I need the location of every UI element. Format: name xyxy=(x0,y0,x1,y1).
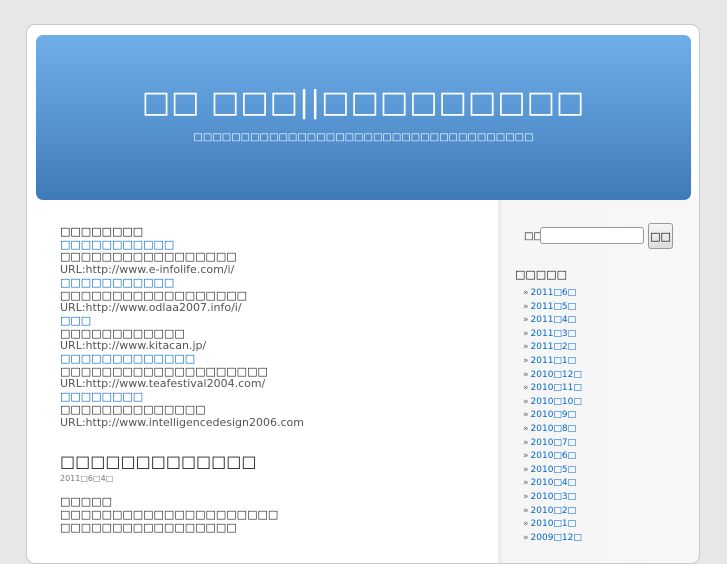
archive-item: » 2010□4□ xyxy=(523,477,582,491)
archive-link[interactable]: 2011□5□ xyxy=(531,302,577,312)
bullet-icon: » xyxy=(523,491,529,502)
archive-item: » 2010□11□ xyxy=(523,382,582,396)
link-url: URL:http://www.intelligencedesign2006.co… xyxy=(60,415,304,429)
archive-link[interactable]: 2011□1□ xyxy=(531,356,577,366)
bullet-icon: » xyxy=(523,355,529,366)
archive-link[interactable]: 2010□6□ xyxy=(531,451,577,461)
link-entry: □□□□□□□□□□□□□ □□□□□□□□□□□□□□□□□□□□ URL:h… xyxy=(60,352,480,391)
archive-item: » 2011□4□ xyxy=(523,314,582,328)
archive-item: » 2010□3□ xyxy=(523,491,582,505)
bullet-icon: » xyxy=(523,342,529,353)
blog-title[interactable]: □□ □□□||□□□□□□□□□ xyxy=(36,83,691,123)
archive-link[interactable]: 2010□1□ xyxy=(531,519,577,529)
search-button[interactable]: □□ xyxy=(648,223,673,249)
link-title[interactable]: □□□□□□□□□□□ xyxy=(60,276,480,290)
archive-item: » 2010□12□ xyxy=(523,369,582,383)
link-url: URL:http://www.e-infolife.com/i/ xyxy=(60,263,235,277)
archive-link[interactable]: 2011□3□ xyxy=(531,329,577,339)
archive-link[interactable]: 2010□3□ xyxy=(531,492,577,502)
bullet-icon: » xyxy=(523,288,529,298)
archive-item: » 2011□6□ xyxy=(523,287,582,301)
archive-item: » 2010□1□ xyxy=(523,518,582,532)
archive-item: » 2011□5□ xyxy=(523,301,582,315)
archive-link[interactable]: 2010□12□ xyxy=(531,370,582,380)
bullet-icon: » xyxy=(523,478,529,489)
archive-link[interactable]: 2010□4□ xyxy=(531,478,577,488)
archive-item: » 2011□1□ xyxy=(523,355,582,369)
archive-link[interactable]: 2010□8□ xyxy=(531,424,577,434)
bullet-icon: » xyxy=(523,464,529,475)
bullet-icon: » xyxy=(523,383,529,394)
main-content: □□□□□□□□ □□□□□□□□□□□ □□□□□□□□□□□□□□□□□ U… xyxy=(60,225,480,534)
sidebar: □□: □□ □□□□□ » 2011□6□ » 2011□5□ » 2011□4□ … xyxy=(498,200,699,563)
archive-link[interactable]: 2010□9□ xyxy=(531,410,577,420)
header-banner: □□ □□□||□□□□□□□□□ □□□□□□□□□□□□□□□□□□□□□□… xyxy=(36,35,691,200)
link-title[interactable]: □□□□□□□□ xyxy=(60,390,480,404)
archive-item: » 2010□9□ xyxy=(523,409,582,423)
archive-item: » 2010□6□ xyxy=(523,450,582,464)
archive-item: » 2010□8□ xyxy=(523,423,582,437)
archive-link[interactable]: 2009□12□ xyxy=(531,533,582,543)
archive-item: » 2011□2□ xyxy=(523,341,582,355)
archive-link[interactable]: 2010□7□ xyxy=(531,438,577,448)
post-line: □□□□□ xyxy=(60,495,112,509)
link-url: URL:http://www.odlaa2007.info/i/ xyxy=(60,301,242,315)
bullet-icon: » xyxy=(523,451,529,462)
bullet-icon: » xyxy=(523,410,529,421)
bullet-icon: » xyxy=(523,437,529,448)
archive-item: » 2010□7□ xyxy=(523,437,582,451)
bullet-icon: » xyxy=(523,328,529,339)
archive-item: » 2010□2□ xyxy=(523,505,582,519)
link-title[interactable]: □□□ xyxy=(60,314,480,328)
bullet-icon: » xyxy=(523,505,529,516)
page-container: □□ □□□||□□□□□□□□□ □□□□□□□□□□□□□□□□□□□□□□… xyxy=(26,24,700,564)
search-input[interactable] xyxy=(540,227,644,244)
archive-item: » 2010□10□ xyxy=(523,396,582,410)
link-entry: □□□□□□□□□□□ □□□□□□□□□□□□□□□□□ URL:http:/… xyxy=(60,238,480,277)
archive-item: » 2010□5□ xyxy=(523,464,582,478)
archive-link[interactable]: 2010□11□ xyxy=(531,383,582,393)
archive-link[interactable]: 2010□2□ xyxy=(531,506,577,516)
link-entry: □□□ □□□□□□□□□□□□ URL:http://www.kitacan.… xyxy=(60,314,480,353)
blog-description: □□□□□□□□□□□□□□□□□□□□□□□□□□□□□□□□□□□□ xyxy=(193,132,534,143)
archive-link[interactable]: 2010□10□ xyxy=(531,397,582,407)
archive-item: » 2011□3□ xyxy=(523,328,582,342)
archive-item: » 2009□12□ xyxy=(523,532,582,546)
link-entry: □□□□□□□□□□□ □□□□□□□□□□□□□□□□□□ URL:http:… xyxy=(60,276,480,315)
post-line: □□□□□□□□□□□□□□□□□ xyxy=(60,521,237,535)
bullet-icon: » xyxy=(523,532,529,543)
archive-link[interactable]: 2011□4□ xyxy=(531,315,577,325)
archive-link[interactable]: 2011□6□ xyxy=(531,288,577,298)
post-title[interactable]: □□□□□□□□□□□□□ xyxy=(60,451,480,473)
link-title[interactable]: □□□□□□□□□□□□□ xyxy=(60,352,480,366)
post-line: □□□□□□□□□□□□□□□□□□□□□ xyxy=(60,508,279,522)
post-date: 2011□6□4□ xyxy=(60,474,114,484)
link-entry: □□□□□□□□ □□□□□□□□□□□□□□ URL:http://www.i… xyxy=(60,390,480,429)
bullet-icon: » xyxy=(523,369,529,380)
archives-list: » 2011□6□ » 2011□5□ » 2011□4□ » 2011□3□ » 201… xyxy=(523,287,582,545)
links-heading: □□□□□□□□ xyxy=(60,225,144,238)
link-description: □□□□□□□□□□□□□□ xyxy=(60,402,206,416)
bullet-icon: » xyxy=(523,519,529,530)
bullet-icon: » xyxy=(523,396,529,407)
post-body: □□□□□ □□□□□□□□□□□□□□□□□□□□□ □□□□□□□□□□□□… xyxy=(60,495,480,534)
archives-heading: □□□□□ xyxy=(515,268,567,281)
bullet-icon: » xyxy=(523,423,529,434)
archive-link[interactable]: 2010□5□ xyxy=(531,465,577,475)
bullet-icon: » xyxy=(523,301,529,312)
bullet-icon: » xyxy=(523,315,529,326)
archive-link[interactable]: 2011□2□ xyxy=(531,342,577,352)
